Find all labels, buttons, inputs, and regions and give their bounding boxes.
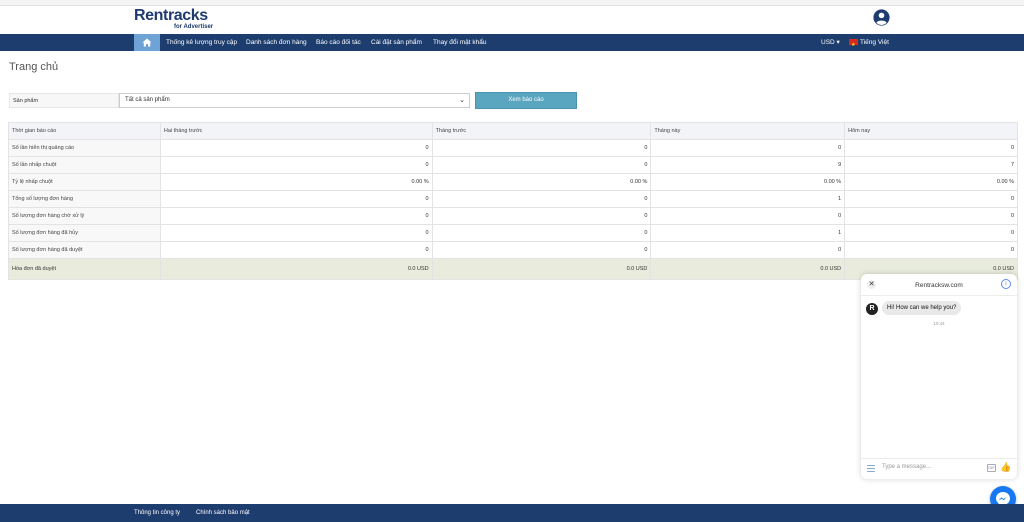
product-select[interactable]: Tất cả sản phẩm ⌄ [119, 93, 470, 108]
row-label: Số lần nhấp chuột [8, 156, 161, 174]
view-report-button[interactable]: Xem báo cáo [475, 92, 577, 109]
language-label: Tiếng Việt [860, 39, 889, 46]
table-header-row: Thời gian báo cáo Hai tháng trước Tháng … [8, 122, 1018, 140]
language-selector[interactable]: Tiếng Việt [849, 34, 889, 54]
home-button[interactable] [134, 34, 160, 51]
nav-partner-report[interactable]: Báo cáo đối tác [316, 34, 361, 51]
table-row: Số lần hiển thị quảng cáo 0 0 0 0 [8, 139, 1018, 157]
header-report-period: Thời gian báo cáo [8, 122, 161, 140]
header-this-month: Tháng này [650, 122, 846, 140]
chat-message: Hi! How can we help you? [882, 301, 962, 315]
footer-link-privacy-policy[interactable]: Chính sách bảo mật [196, 504, 250, 522]
product-select-value: Tất cả sản phẩm [125, 97, 170, 103]
table-cell: 0 [159, 241, 433, 259]
table-cell: 0 [431, 207, 652, 225]
table-cell: 0.0 USD [431, 258, 652, 280]
chat-message-input[interactable]: Type a message... [882, 464, 931, 470]
table-cell: 0 [844, 241, 1018, 259]
table-cell: 1 [650, 224, 846, 242]
home-icon [142, 38, 152, 47]
header-two-months-ago: Hai tháng trước [159, 122, 433, 140]
table-cell: 7 [844, 156, 1018, 174]
row-label: Số lần hiển thị quảng cáo [8, 139, 161, 157]
chevron-down-icon: ⌄ [459, 97, 465, 104]
row-label: Số lượng đơn hàng đã hủy [8, 224, 161, 242]
table-cell: 0 [159, 156, 433, 174]
chat-widget: ✕ Rentracksw.com i R Hi! How can we help… [861, 274, 1017, 479]
table-cell: 0.00 % [844, 173, 1018, 191]
table-cell: 0 [650, 139, 846, 157]
table-cell: 0 [431, 156, 652, 174]
table-cell: 0.00 % [159, 173, 433, 191]
table-cell: 0 [431, 139, 652, 157]
table-cell: 0 [844, 207, 1018, 225]
table-row: Số lần nhấp chuột 0 0 9 7 [8, 156, 1018, 174]
divider [861, 295, 1017, 296]
currency-dropdown[interactable]: USD ▾ [821, 34, 840, 51]
page-title: Trang chủ [9, 61, 59, 73]
menu-icon[interactable] [867, 465, 875, 474]
table-row: Số lượng đơn hàng chờ xử lý 0 0 0 0 [8, 207, 1018, 225]
table-cell: 0 [159, 224, 433, 242]
table-cell: 0 [650, 241, 846, 259]
info-icon[interactable]: i [1001, 279, 1011, 289]
table-cell: 9 [650, 156, 846, 174]
logo-text: Rentracks [134, 7, 208, 24]
user-account-icon[interactable] [873, 9, 890, 26]
footer: Thông tin công ty Chính sách bảo mật [0, 504, 1024, 522]
table-cell: 0 [844, 224, 1018, 242]
nav-product-settings[interactable]: Cài đặt sản phẩm [371, 34, 422, 51]
thumbs-up-icon[interactable]: 👍 [1000, 462, 1011, 473]
table-cell: 0 [159, 190, 433, 208]
row-label: Số lượng đơn hàng đã duyệt [8, 241, 161, 259]
table-cell: 0.0 USD [650, 258, 846, 280]
chat-timestamp: 10:44 [933, 321, 945, 326]
table-cell: 0 [431, 241, 652, 259]
vietnam-flag-icon [849, 37, 858, 54]
table-cell: 0 [431, 190, 652, 208]
table-cell: 0 [650, 207, 846, 225]
table-cell: 0.00 % [650, 173, 846, 191]
table-cell: 0 [844, 190, 1018, 208]
table-cell: 0 [431, 224, 652, 242]
table-row: Tổng số lượng đơn hàng 0 0 1 0 [8, 190, 1018, 208]
chat-title: Rentracksw.com [915, 282, 963, 289]
row-label: Tổng số lượng đơn hàng [8, 190, 161, 208]
table-cell: 0 [159, 207, 433, 225]
row-label: Hóa đơn đã duyệt [8, 258, 161, 280]
nav-traffic-stats[interactable]: Thống kê lượng truy cập [166, 34, 237, 51]
table-cell: 0.00 % [431, 173, 652, 191]
header-last-month: Tháng trước [431, 122, 652, 140]
table-cell: 0 [844, 139, 1018, 157]
gif-icon[interactable]: GIF [987, 464, 996, 472]
main-navbar: Thống kê lượng truy cập Danh sách đơn hà… [0, 34, 1024, 54]
nav-order-list[interactable]: Danh sách đơn hàng [246, 34, 307, 51]
rentracks-logo[interactable]: Rentracks for Advertiser [134, 7, 224, 31]
table-cell: 0 [159, 139, 433, 157]
divider [861, 458, 1017, 459]
table-cell: 0.0 USD [159, 258, 433, 280]
table-cell: 1 [650, 190, 846, 208]
footer-link-company-info[interactable]: Thông tin công ty [134, 504, 180, 522]
table-row: Tỷ lệ nhấp chuột 0.00 % 0.00 % 0.00 % 0.… [8, 173, 1018, 191]
row-label: Số lượng đơn hàng chờ xử lý [8, 207, 161, 225]
header-today: Hôm nay [844, 122, 1018, 140]
chat-avatar: R [866, 303, 878, 315]
nav-change-password[interactable]: Thay đổi mật khẩu [433, 34, 486, 51]
table-row: Số lượng đơn hàng đã hủy 0 0 1 0 [8, 224, 1018, 242]
row-label: Tỷ lệ nhấp chuột [8, 173, 161, 191]
report-table: Thời gian báo cáo Hai tháng trước Tháng … [8, 122, 1018, 280]
product-filter-label: Sản phẩm [9, 93, 119, 108]
table-row: Số lượng đơn hàng đã duyệt 0 0 0 0 [8, 241, 1018, 259]
header: Rentracks for Advertiser [0, 6, 1024, 34]
logo-subtext: for Advertiser [174, 24, 214, 30]
